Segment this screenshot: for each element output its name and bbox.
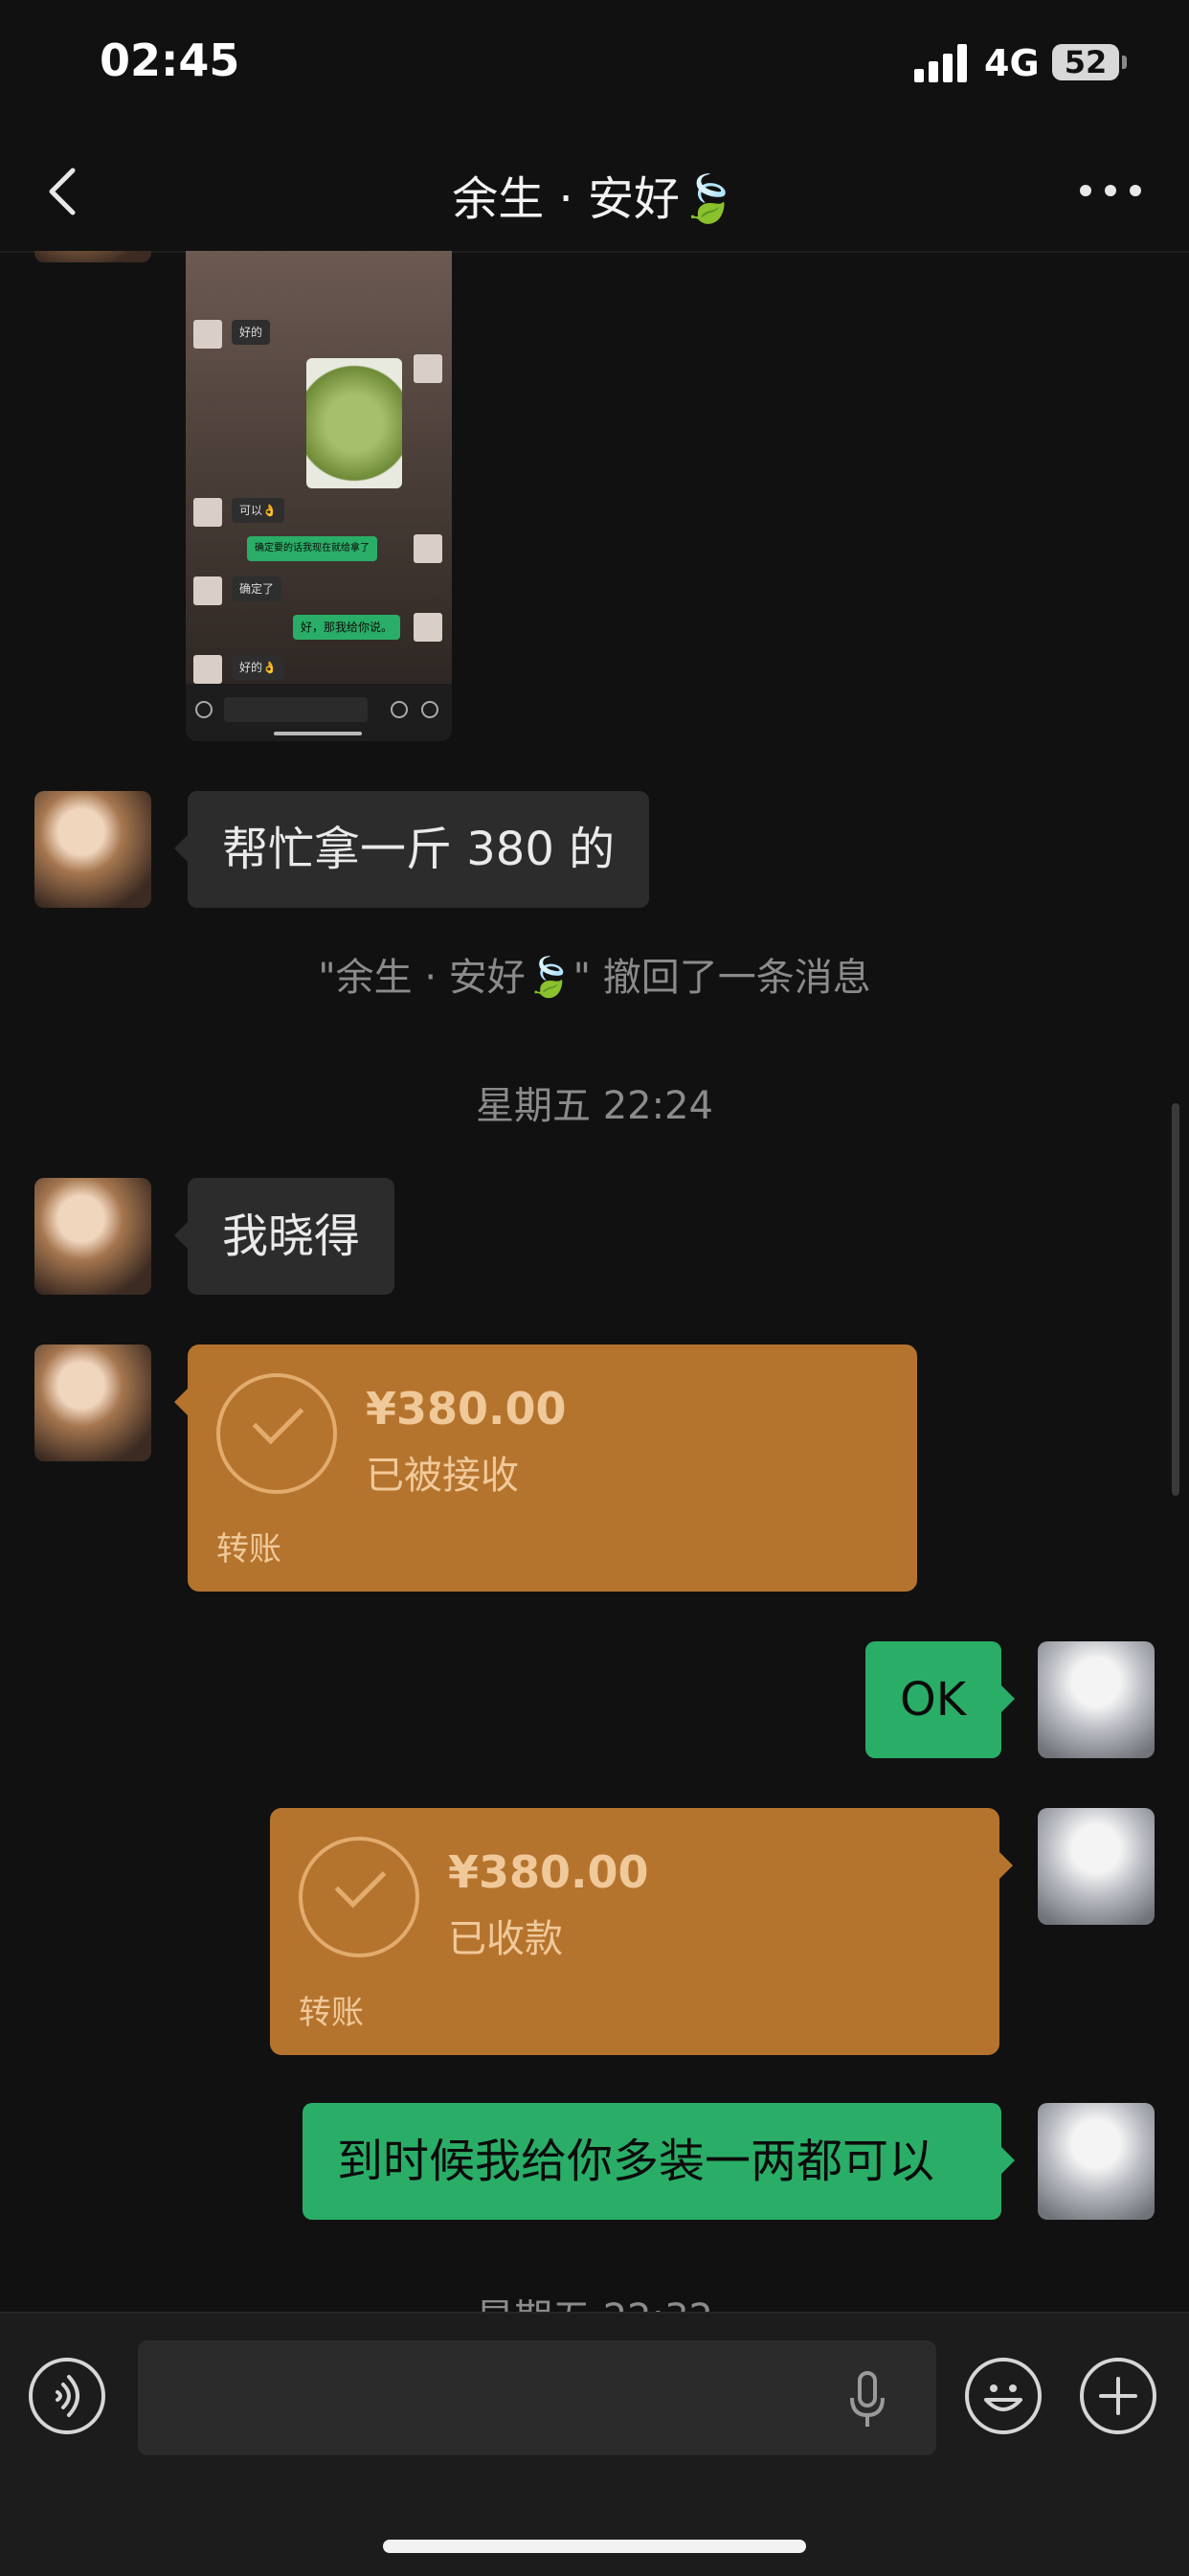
more-dots-icon [1080, 185, 1141, 196]
network-type: 4G [984, 42, 1040, 84]
timestamp: 星期五 22:24 [476, 1084, 713, 1128]
emoji-icon [984, 2384, 1022, 2411]
avatar[interactable] [34, 791, 151, 908]
microphone-button[interactable] [848, 2369, 886, 2430]
image-message[interactable]: 好的 可以👌 确定要的话我现在就给拿了 确定了 好，那我给你说。 好的👌 [186, 251, 452, 741]
avatar[interactable] [34, 1344, 151, 1461]
transfer-status: 已收款 [448, 1917, 563, 1961]
mini-bubble: 确定要的话我现在就给拿了 [247, 536, 377, 561]
mini-bubble: 好的 [232, 320, 271, 345]
chat-title[interactable]: 余生 · 安好🍃 [0, 161, 1189, 228]
mini-avatar [193, 498, 222, 527]
mini-avatar [193, 655, 222, 684]
input-bar [0, 2312, 1189, 2576]
status-time: 02:45 [100, 34, 240, 86]
microphone-icon [850, 2371, 885, 2427]
avatar[interactable] [1038, 1641, 1155, 1758]
avatar[interactable] [1038, 1808, 1155, 1925]
message-bubble[interactable]: 我晓得 [188, 1178, 395, 1295]
bubble-tail [1001, 1685, 1015, 1712]
check-circle-icon [216, 1373, 337, 1494]
chat-header: 余生 · 安好🍃 [0, 134, 1189, 253]
plus-button[interactable] [1080, 2358, 1156, 2434]
transfer-amount: ¥380.00 [366, 1383, 567, 1435]
plus-icon [1099, 2377, 1137, 2415]
battery-tip [1122, 56, 1127, 69]
transfer-label: 转账 [216, 1530, 281, 1569]
mini-avatar [193, 320, 222, 349]
bubble-tail [1001, 2147, 1015, 2174]
mini-input [224, 697, 368, 722]
system-message: "余生 · 安好🍃" 撤回了一条消息 [318, 956, 871, 1000]
mini-bubble: 可以👌 [232, 498, 284, 523]
battery-icon: 52 [1052, 44, 1119, 80]
transfer-status: 已被接收 [366, 1454, 519, 1498]
check-circle-icon [299, 1837, 419, 1957]
avatar[interactable] [34, 1178, 151, 1295]
mini-avatar [193, 576, 222, 605]
more-button[interactable] [1072, 176, 1149, 205]
emoji-button[interactable] [965, 2358, 1042, 2434]
message-bubble[interactable]: OK [865, 1641, 1001, 1758]
timestamp: 星期五 22:32 [0, 2287, 1189, 2312]
message-bubble[interactable]: 到时候我给你多装一两都可以 [303, 2103, 1001, 2220]
mini-emoji-icon [391, 701, 408, 718]
status-bar: 02:45 4G 52 [0, 0, 1189, 134]
mini-home-indicator [274, 732, 362, 735]
avatar[interactable] [34, 251, 151, 262]
voice-icon [56, 2375, 79, 2417]
message-input[interactable] [138, 2340, 936, 2455]
tea-photo [306, 358, 402, 488]
bubble-tail [174, 835, 188, 862]
mini-plus-icon [421, 701, 438, 718]
signal-icon [914, 44, 968, 82]
mini-avatar [414, 613, 442, 642]
bubble-tail [999, 1852, 1013, 1879]
bubble-tail [174, 1222, 188, 1249]
voice-button[interactable] [29, 2358, 105, 2434]
mini-input-bar [186, 684, 452, 741]
transfer-card[interactable]: ¥380.00 已收款 转账 [270, 1808, 999, 2055]
scrollbar[interactable] [1172, 1103, 1179, 1496]
home-indicator [383, 2540, 806, 2553]
mini-bubble: 好的👌 [232, 655, 284, 680]
transfer-label: 转账 [299, 1994, 364, 2032]
transfer-card[interactable]: ¥380.00 已被接收 转账 [188, 1344, 917, 1592]
mini-voice-icon [195, 701, 213, 718]
avatar[interactable] [1038, 2103, 1155, 2220]
mini-bubble: 确定了 [232, 576, 282, 601]
bubble-tail [174, 1389, 188, 1415]
transfer-amount: ¥380.00 [448, 1846, 649, 1898]
mini-bubble: 好，那我给你说。 [293, 615, 401, 640]
mini-avatar [414, 354, 442, 383]
message-bubble[interactable]: 帮忙拿一斤 380 的 [188, 791, 650, 908]
chat-area[interactable]: 好的 可以👌 确定要的话我现在就给拿了 确定了 好，那我给你说。 好的👌 帮忙拿… [0, 251, 1189, 2312]
mini-avatar [414, 534, 442, 563]
